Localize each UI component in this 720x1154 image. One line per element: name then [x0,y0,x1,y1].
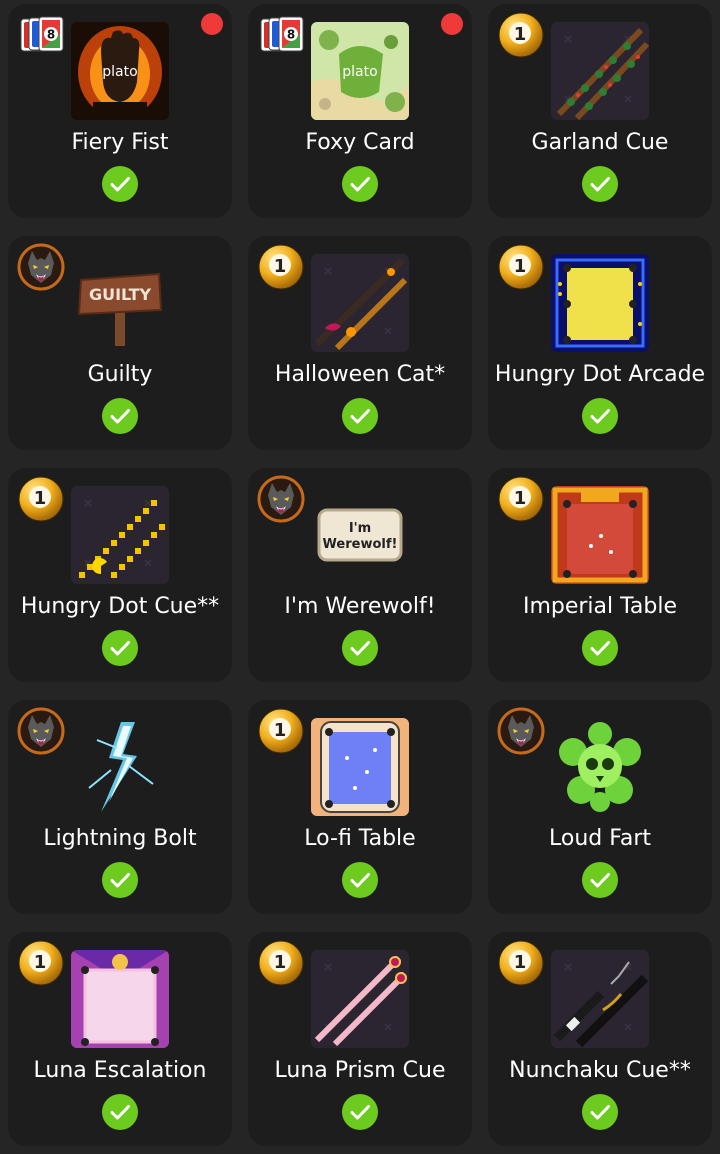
lightning-thumbnail [71,718,169,816]
svg-text:I'm: I'm [349,521,371,536]
collection-item[interactable]: Lightning Bolt [8,700,232,914]
guilty-sign-thumbnail: GUILTY [71,254,169,352]
svg-text:1: 1 [514,488,527,509]
item-title: Luna Escalation [33,1058,207,1083]
luna-cue-thumbnail [311,950,409,1048]
collection-item[interactable]: I'm Werewolf! I'm Werewolf! [248,468,472,682]
item-title: Lo-fi Table [304,826,416,851]
new-indicator-dot [201,13,223,35]
owned-check-icon [582,398,618,434]
pool-ball-1-icon: 1 [257,707,305,755]
uno-cards-icon: 8 [257,11,305,59]
svg-text:plato: plato [102,64,137,80]
halloween-cue-thumbnail [311,254,409,352]
item-title: Hungry Dot Arcade [494,362,706,387]
owned-check-icon [582,862,618,898]
item-title: Imperial Table [522,594,678,619]
luna-table-thumbnail [71,950,169,1048]
owned-check-icon [102,1094,138,1130]
owned-check-icon [342,1094,378,1130]
item-title: Lightning Bolt [43,826,197,851]
pool-ball-1-icon: 1 [17,939,65,987]
pool-ball-1-icon: 1 [257,243,305,291]
svg-text:1: 1 [514,24,527,45]
pool-ball-1-icon: 1 [497,243,545,291]
item-title: Foxy Card [305,130,415,155]
item-title: Hungry Dot Cue** [20,594,220,619]
owned-check-icon [582,166,618,202]
owned-check-icon [582,1094,618,1130]
item-title: Loud Fart [548,826,652,851]
werewolf-icon [17,243,65,291]
collection-item[interactable]: GUILTY Guilty [8,236,232,450]
item-title: Fiery Fist [71,130,169,155]
owned-check-icon [102,630,138,666]
uno-cards-icon: 8 [17,11,65,59]
collection-item[interactable]: 1 Lo-fi Table [248,700,472,914]
collection-item[interactable]: 1 Halloween Cat* [248,236,472,450]
new-indicator-dot [441,13,463,35]
owned-check-icon [342,166,378,202]
pixel-cue-thumbnail [71,486,169,584]
collection-item[interactable]: 1 Hungry Dot Cue** [8,468,232,682]
arcade-table-thumbnail [551,254,649,352]
svg-text:1: 1 [34,952,47,973]
imperial-table-thumbnail [551,486,649,584]
owned-check-icon [582,630,618,666]
collection-item[interactable]: 1 Luna Prism Cue [248,932,472,1146]
collection-item[interactable]: 1 Garland Cue [488,4,712,218]
svg-text:GUILTY: GUILTY [89,285,152,304]
item-title: Luna Prism Cue [274,1058,446,1083]
svg-text:1: 1 [274,952,287,973]
item-title: Garland Cue [531,130,669,155]
green-skull-thumbnail [551,718,649,816]
svg-text:1: 1 [34,488,47,509]
svg-text:1: 1 [514,256,527,277]
owned-check-icon [102,398,138,434]
foxy-card-thumbnail: plato [311,22,409,120]
pool-ball-1-icon: 1 [497,939,545,987]
fiery-fist-thumbnail: plato [71,22,169,120]
item-title: Halloween Cat* [274,362,446,387]
collection-grid: 8 plato Fiery Fist 8 plato Foxy Card 1 G… [0,0,720,1154]
collection-item[interactable]: 8 plato Fiery Fist [8,4,232,218]
werewolf-sign-thumbnail: I'm Werewolf! [311,486,409,584]
lofi-table-thumbnail [311,718,409,816]
pool-ball-1-icon: 1 [17,475,65,523]
collection-item[interactable]: 1 Hungry Dot Arcade [488,236,712,450]
svg-text:8: 8 [47,28,55,42]
svg-text:1: 1 [274,256,287,277]
pool-ball-1-icon: 1 [497,11,545,59]
collection-item[interactable]: 8 plato Foxy Card [248,4,472,218]
item-title: Nunchaku Cue** [509,1058,691,1083]
collection-item[interactable]: Loud Fart [488,700,712,914]
item-title: I'm Werewolf! [284,594,436,619]
collection-item[interactable]: 1 Luna Escalation [8,932,232,1146]
pool-ball-1-icon: 1 [497,475,545,523]
owned-check-icon [102,862,138,898]
werewolf-icon [257,475,305,523]
svg-text:plato: plato [342,64,377,80]
pool-ball-1-icon: 1 [257,939,305,987]
svg-text:1: 1 [514,952,527,973]
nunchaku-cue-thumbnail [551,950,649,1048]
garland-cue-thumbnail [551,22,649,120]
item-title: Guilty [87,362,153,387]
svg-text:1: 1 [274,720,287,741]
collection-item[interactable]: 1 Nunchaku Cue** [488,932,712,1146]
owned-check-icon [342,630,378,666]
werewolf-icon [497,707,545,755]
werewolf-icon [17,707,65,755]
svg-text:8: 8 [287,28,295,42]
svg-text:Werewolf!: Werewolf! [323,537,398,552]
owned-check-icon [102,166,138,202]
collection-item[interactable]: 1 Imperial Table [488,468,712,682]
owned-check-icon [342,862,378,898]
owned-check-icon [342,398,378,434]
